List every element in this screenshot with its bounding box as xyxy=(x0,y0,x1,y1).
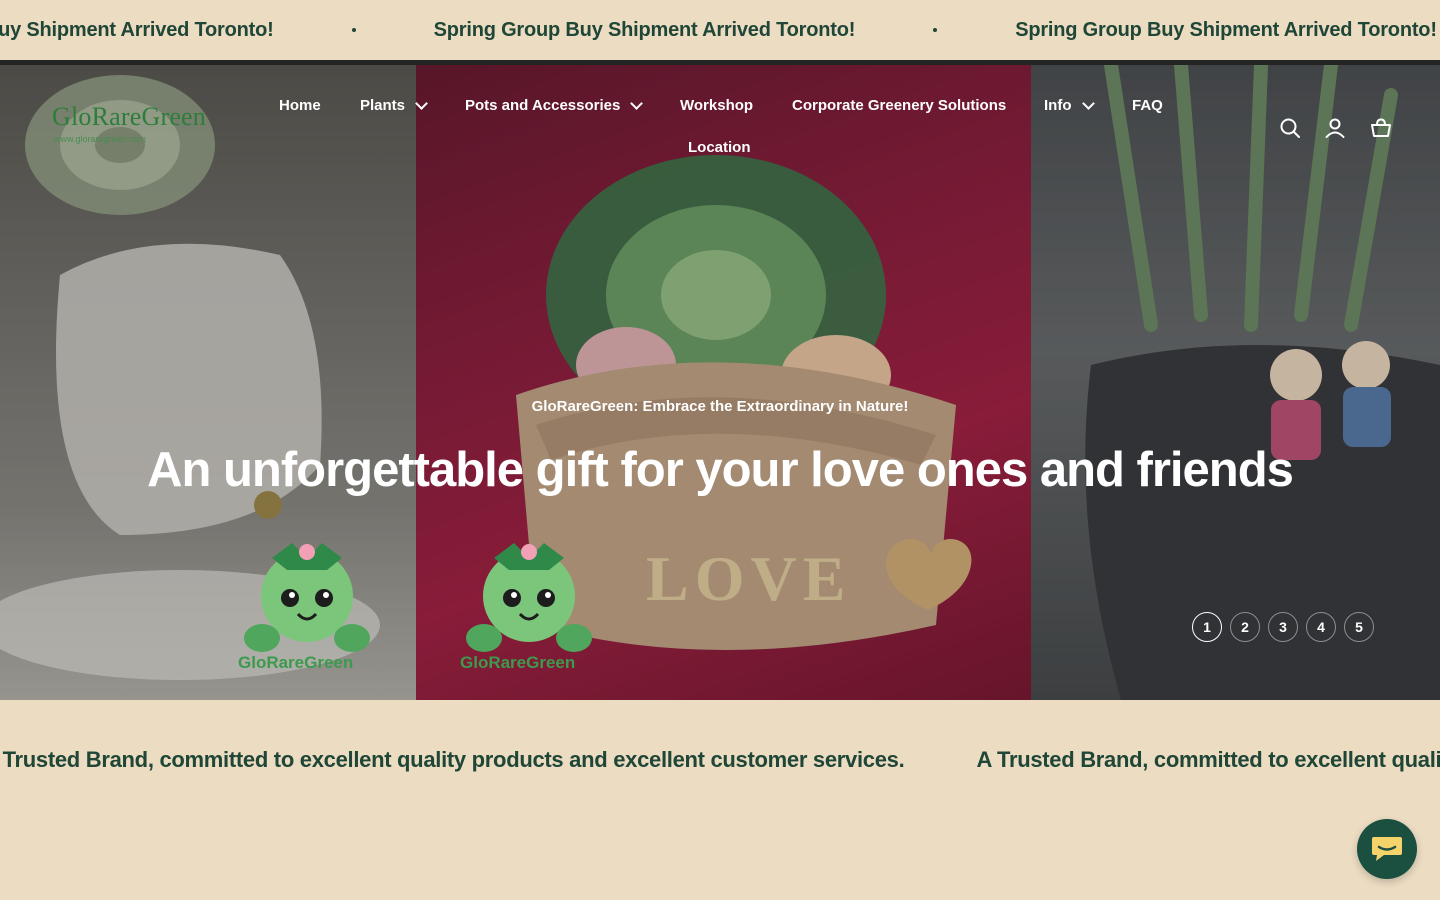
slide-pagination: 1 2 3 4 5 xyxy=(1192,612,1374,642)
sticker-brand-label: GloRareGreen xyxy=(460,653,575,672)
mascot-sticker: GloRareGreen xyxy=(232,538,382,683)
nav-label: Info xyxy=(1044,97,1072,114)
marquee-track: A Trusted Brand, committed to excellent … xyxy=(0,738,1440,782)
brand-marquee: A Trusted Brand, committed to excellent … xyxy=(0,738,1440,782)
chevron-down-icon xyxy=(1081,97,1095,110)
nav-corporate-greenery[interactable]: Corporate Greenery Solutions xyxy=(792,97,1006,114)
cart-icon[interactable] xyxy=(1369,116,1393,140)
marquee-text: A Trusted Brand, committed to excellent … xyxy=(0,747,905,772)
nav-label: Location xyxy=(688,139,751,156)
mascot-sticker: GloRareGreen xyxy=(454,538,604,683)
nav-location[interactable]: Location xyxy=(688,139,751,156)
cactus-mascot-icon: GloRareGreen xyxy=(460,543,592,672)
hero-slideshow: LOVE xyxy=(0,65,1440,700)
nav-label: Corporate Greenery Solutions xyxy=(792,97,1007,114)
announcement-bar: Spring Group Buy Shipment Arrived Toront… xyxy=(0,0,1440,60)
chevron-down-icon xyxy=(415,97,428,110)
nav-home[interactable]: Home xyxy=(279,97,321,114)
announcement-text[interactable]: Spring Group Buy Shipment Arrived Toront… xyxy=(434,19,856,42)
hero-overlay xyxy=(0,65,1440,700)
announcement-text[interactable]: Spring Group Buy Shipment Arrived Toront… xyxy=(0,19,274,42)
nav-label: FAQ xyxy=(1132,97,1163,114)
search-icon[interactable] xyxy=(1278,116,1302,140)
cactus-mascot-icon: GloRareGreen xyxy=(238,543,370,672)
nav-label: Workshop xyxy=(680,97,754,114)
hero-subheading: GloRareGreen: Embrace the Extraordinary … xyxy=(531,398,909,415)
chat-bubble-icon xyxy=(1372,837,1402,861)
nav-plants[interactable]: Plants xyxy=(360,97,428,114)
sticker-brand-label: GloRareGreen xyxy=(238,653,353,672)
site-logo[interactable]: GloRareGreen www.gloraregreen.com xyxy=(52,102,206,144)
marquee-text: A Trusted Brand, committed to excellent … xyxy=(976,747,1440,772)
nav-label: Pots and Accessories xyxy=(465,97,621,114)
nav-label: Plants xyxy=(360,97,406,114)
separator-dot xyxy=(933,28,938,32)
announcement-text[interactable]: Spring Group Buy Shipment Arrived Toront… xyxy=(1015,19,1437,42)
slide-dot-5[interactable]: 5 xyxy=(1344,612,1374,642)
nav-label: Home xyxy=(279,97,321,114)
slide-dot-3[interactable]: 3 xyxy=(1268,612,1298,642)
slide-dot-1[interactable]: 1 xyxy=(1192,612,1222,642)
slide-dot-2[interactable]: 2 xyxy=(1230,612,1260,642)
chat-button[interactable] xyxy=(1357,819,1417,879)
nav-faq[interactable]: FAQ xyxy=(1132,97,1163,114)
chevron-down-icon xyxy=(630,97,644,110)
nav-info[interactable]: Info xyxy=(1044,97,1095,114)
nav-pots-accessories[interactable]: Pots and Accessories xyxy=(465,97,644,114)
nav-workshop[interactable]: Workshop xyxy=(680,97,753,114)
account-icon[interactable] xyxy=(1323,116,1347,140)
announcement-track: Spring Group Buy Shipment Arrived Toront… xyxy=(0,0,1437,60)
slide-dot-4[interactable]: 4 xyxy=(1306,612,1336,642)
logo-url: www.gloraregreen.com xyxy=(54,134,147,144)
hero-title: An unforgettable gift for your love ones… xyxy=(147,443,1294,497)
separator-dot xyxy=(351,28,356,32)
logo-text: GloRareGreen xyxy=(52,102,206,131)
